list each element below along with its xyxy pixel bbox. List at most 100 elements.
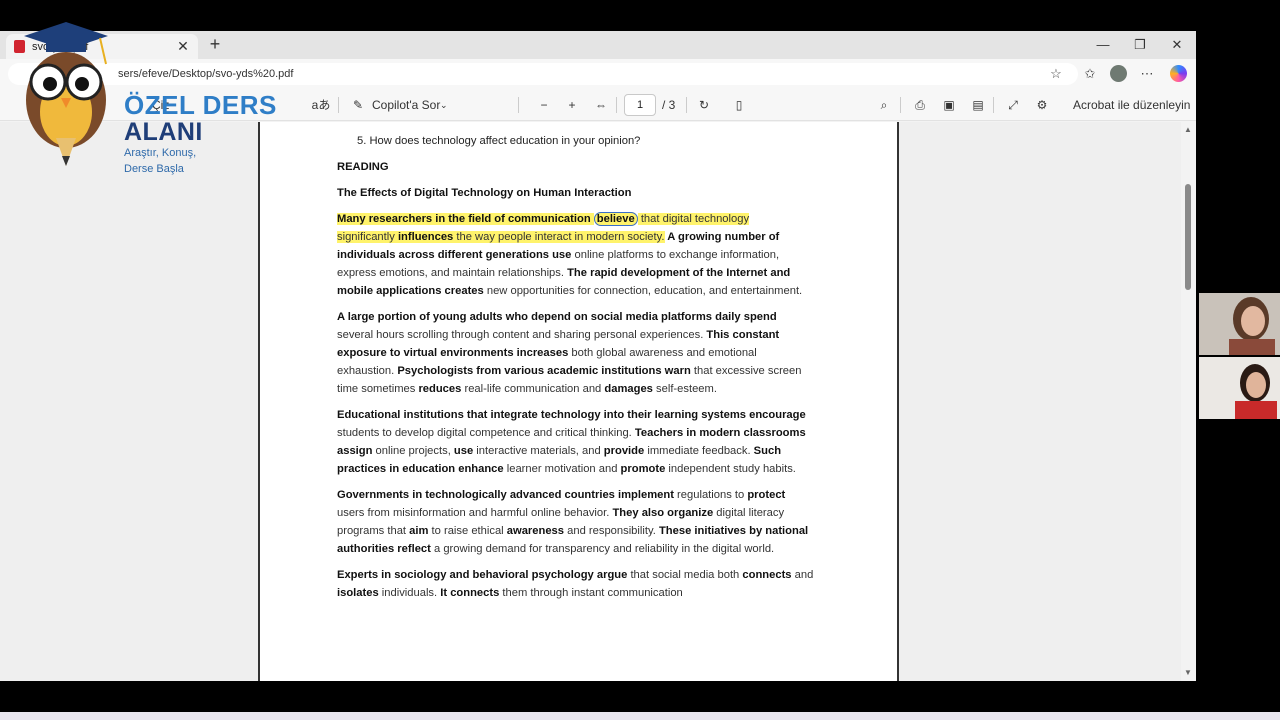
body-text: self-esteem.	[652, 383, 717, 395]
bold-text: promote	[620, 463, 666, 475]
vertical-scrollbar[interactable]: ▲ ▼	[1181, 122, 1196, 681]
settings-icon[interactable]: ⚙	[1032, 95, 1052, 115]
brand-tagline: Araştır, Konuş, Derse Başla	[124, 145, 196, 177]
divider	[900, 97, 901, 113]
question-item: 5. How does technology affect education …	[357, 135, 641, 147]
star-icon[interactable]: ☆	[1047, 65, 1065, 83]
owl-mascot-icon	[24, 22, 108, 166]
bold-text: provide	[603, 445, 645, 457]
highlighted-text: the way people interact in modern societ…	[453, 231, 665, 243]
bold-text: protect	[747, 489, 786, 501]
maximize-button[interactable]: ❐	[1125, 35, 1155, 55]
copilot-chat-icon[interactable]: ✎	[348, 95, 368, 115]
bold-text: Educational institutions that integrate …	[337, 409, 806, 421]
body-text: them through instant communication	[499, 587, 683, 599]
divider	[686, 97, 687, 113]
pdf-viewer: 5. How does technology affect education …	[0, 122, 1196, 681]
body-text: users from misinformation and harmful on…	[337, 507, 613, 519]
paragraph-2: A large portion of young adults who depe…	[337, 308, 815, 398]
highlighted-text: that digital technology	[637, 213, 750, 225]
chevron-down-icon[interactable]: ⌄	[440, 95, 448, 115]
page-total: / 3	[662, 98, 676, 112]
body-text: new opportunities for connection, educat…	[483, 285, 803, 297]
divider	[616, 97, 617, 113]
section-heading: READING	[337, 161, 389, 173]
body-text: students to develop digital competence a…	[337, 427, 635, 439]
page-view-icon[interactable]: ▯	[729, 95, 749, 115]
body-text: to raise ethical	[428, 525, 507, 537]
close-window-button[interactable]: ✕	[1162, 35, 1192, 55]
print-icon[interactable]: ⎙	[910, 95, 930, 115]
paragraph-5: Experts in sociology and behavioral psyc…	[337, 566, 815, 602]
scroll-thumb[interactable]	[1185, 184, 1191, 290]
webcam-participant-1	[1199, 293, 1280, 355]
save-icon[interactable]: ▣	[939, 95, 959, 115]
body-text: several hours scrolling through content …	[337, 329, 707, 341]
fullscreen-icon[interactable]: ⤢	[1003, 95, 1023, 115]
bold-text: It connects	[440, 587, 500, 599]
more-icon[interactable]: ⋯	[1138, 65, 1156, 83]
zoom-out-icon[interactable]: −	[534, 95, 554, 115]
bold-text: Governments in technologically advanced …	[337, 489, 674, 501]
bold-text: aim	[409, 525, 429, 537]
favorites-icon[interactable]: ✩	[1081, 65, 1099, 83]
body-text: regulations to	[673, 489, 748, 501]
divider	[338, 97, 339, 113]
paragraph-4: Governments in technologically advanced …	[337, 486, 815, 558]
bold-text: damages	[604, 383, 653, 395]
page-number-input[interactable]: 1	[624, 94, 656, 116]
highlighted-text: significantly	[337, 231, 398, 243]
bold-text: A large portion of young adults who depe…	[337, 311, 777, 323]
body-text: and	[791, 569, 814, 581]
scroll-down-icon[interactable]: ▼	[1184, 668, 1192, 677]
bold-text: connects	[742, 569, 792, 581]
body-text: learner motivation and	[503, 463, 621, 475]
body-text: online projects,	[372, 445, 454, 457]
body-text: a growing demand for transparency and re…	[430, 543, 775, 555]
bold-text: awareness	[506, 525, 565, 537]
bold-text: They also organize	[612, 507, 714, 519]
bold-text: Psychologists from various academic inst…	[397, 365, 691, 377]
divider	[993, 97, 994, 113]
body-text: individuals.	[378, 587, 441, 599]
body-text: and responsibility.	[564, 525, 659, 537]
tagline-2: Derse Başla	[124, 163, 184, 175]
paragraph-3: Educational institutions that integrate …	[337, 406, 815, 478]
body-text: interactive materials, and	[473, 445, 604, 457]
zoom-in-icon[interactable]: +	[562, 95, 582, 115]
save-as-icon[interactable]: ▤	[968, 95, 988, 115]
ozel-ders-logo: ÖZEL DERS ALANI Araştır, Konuş, Derse Ba…	[0, 10, 280, 175]
circled-word: believe	[593, 212, 638, 226]
profile-icon[interactable]	[1110, 65, 1127, 82]
brand-line-1: ÖZEL DERS	[124, 90, 277, 120]
divider	[518, 97, 519, 113]
bold-text: reduces	[418, 383, 462, 395]
acrobat-edit-button[interactable]: Acrobat ile düzenleyin	[1073, 95, 1190, 115]
search-icon[interactable]: ⌕	[874, 95, 894, 115]
article-title: The Effects of Digital Technology on Hum…	[337, 187, 632, 199]
body-text: real-life communication and	[461, 383, 605, 395]
body-text: that social media both	[627, 569, 743, 581]
screen: svo-yds.pdf ✕ + — ❐ ✕ sers/efeve/Desktop…	[0, 0, 1280, 720]
bold-text: use	[453, 445, 474, 457]
fit-page-icon[interactable]: ⇔	[591, 95, 611, 115]
paragraph-1: Many researchers in the field of communi…	[337, 210, 815, 300]
highlighted-text: influences	[397, 231, 454, 243]
scroll-up-icon[interactable]: ▲	[1184, 125, 1192, 134]
read-aloud-icon[interactable]: aあ	[311, 95, 331, 115]
body-text: independent study habits.	[665, 463, 796, 475]
minimize-button[interactable]: —	[1088, 35, 1118, 55]
copilot-icon[interactable]	[1170, 65, 1187, 82]
rotate-icon[interactable]: ↻	[694, 95, 714, 115]
tagline-1: Araştır, Konuş,	[124, 147, 197, 159]
pdf-page: 5. How does technology affect education …	[258, 122, 899, 681]
bold-text: Experts in sociology and behavioral psyc…	[337, 569, 628, 581]
highlighted-text: Many researchers in the field of communi…	[337, 213, 594, 225]
page-text: 5. How does technology affect education …	[337, 132, 815, 610]
webcam-participant-2	[1199, 357, 1280, 419]
brand-line-2: ALANI	[124, 118, 203, 146]
bold-text: isolates	[337, 587, 379, 599]
bottom-strip	[0, 712, 1280, 720]
copilot-button[interactable]: Copilot'a Sor	[372, 95, 440, 115]
body-text: immediate feedback.	[644, 445, 754, 457]
